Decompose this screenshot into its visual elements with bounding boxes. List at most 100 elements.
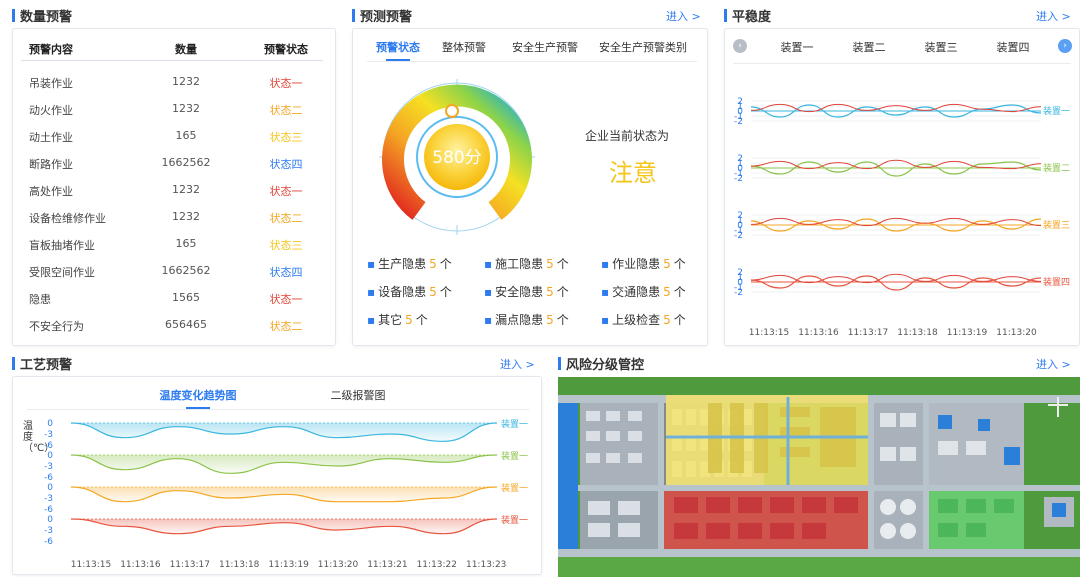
x-tick-label: 11:13:17 bbox=[170, 560, 210, 570]
risk-title: 风险分级管控 bbox=[558, 354, 644, 373]
row-status: 状态二 bbox=[269, 104, 303, 117]
row-count: 1232 bbox=[172, 183, 200, 196]
title-bar bbox=[558, 357, 561, 370]
row-count: 1232 bbox=[172, 210, 200, 223]
row-count: 1662562 bbox=[161, 264, 211, 277]
x-tick-label: 11:13:22 bbox=[417, 560, 457, 570]
y-tick-label: -3 bbox=[44, 430, 53, 440]
tab-device-3[interactable]: 装置三 bbox=[905, 39, 977, 61]
header-status: 预警状态 bbox=[264, 43, 308, 56]
tab-safety-warning[interactable]: 安全生产预警 bbox=[499, 39, 591, 61]
risk-enter-link[interactable]: 进入 > bbox=[1036, 356, 1071, 372]
series-area bbox=[71, 423, 497, 442]
tab-secondary-alarm[interactable]: 二级报警图 bbox=[293, 387, 423, 409]
prediction-title: 预测预警 bbox=[352, 6, 412, 25]
hazard-label: 施工隐患 bbox=[495, 257, 544, 271]
x-tick-label: 11:13:16 bbox=[798, 328, 839, 338]
hazard-item: ▪ 上级检查 5 个 bbox=[601, 311, 686, 328]
title-bar bbox=[724, 9, 727, 22]
score-value: 580分 bbox=[432, 148, 482, 168]
table-row: 动土作业 165 状态三 bbox=[21, 123, 323, 150]
row-content: 动土作业 bbox=[29, 131, 73, 144]
bullet-icon: ▪ bbox=[484, 257, 493, 271]
hazard-count: 5 bbox=[429, 285, 437, 299]
row-count: 165 bbox=[175, 237, 197, 250]
hazard-count: 5 bbox=[546, 285, 554, 299]
quantity-warning-title-text: 数量预警 bbox=[20, 10, 73, 25]
row-content: 断路作业 bbox=[29, 158, 73, 171]
row-status: 状态一 bbox=[269, 185, 303, 198]
stability-tabs: 装置一 装置二 装置三 装置四 bbox=[761, 39, 1051, 61]
tab-warning-status[interactable]: 预警状态 bbox=[367, 39, 429, 61]
hazard-item: ▪ 作业隐患 5 个 bbox=[601, 255, 686, 272]
tab-temperature-trend[interactable]: 温度变化趋势图 bbox=[133, 387, 263, 409]
y-tick-label: -2 bbox=[734, 231, 743, 241]
hazard-item: ▪ 交通隐患 5 个 bbox=[601, 283, 686, 300]
tab-device-1[interactable]: 装置一 bbox=[761, 39, 833, 61]
x-tick-label: 11:13:20 bbox=[318, 560, 359, 570]
series-label: 装置一 bbox=[501, 418, 528, 430]
plant-risk-map[interactable] bbox=[558, 377, 1080, 577]
prediction-enter-link[interactable]: 进入 > bbox=[666, 8, 701, 24]
hazard-unit: 个 bbox=[556, 257, 569, 271]
table-row: 不安全行为 656465 状态二 bbox=[21, 312, 323, 339]
row-count: 1662562 bbox=[161, 156, 211, 169]
row-count: 1232 bbox=[172, 75, 200, 88]
status-label: 企业当前状态为 bbox=[585, 129, 670, 143]
title-bar bbox=[12, 357, 15, 370]
hazard-count: 5 bbox=[663, 313, 671, 327]
bullet-icon: ▪ bbox=[601, 285, 610, 299]
x-tick-label: 11:13:17 bbox=[848, 328, 888, 338]
row-content: 隐患 bbox=[29, 293, 51, 306]
y-tick-label: -3 bbox=[44, 526, 53, 536]
hazard-item: ▪ 其它 5 个 bbox=[367, 311, 428, 328]
series-line bbox=[750, 275, 1042, 291]
hazard-count: 5 bbox=[429, 257, 437, 271]
row-status: 状态四 bbox=[269, 266, 303, 279]
process-title-text: 工艺预警 bbox=[20, 358, 73, 373]
row-content: 动火作业 bbox=[29, 104, 73, 117]
prediction-tabs: 预警状态 整体预警 安全生产预警 安全生产预警类别 bbox=[367, 39, 697, 62]
process-enter-link[interactable]: 进入 > bbox=[500, 356, 535, 372]
row-content: 设备检维修作业 bbox=[29, 212, 106, 225]
stability-enter-link[interactable]: 进入 > bbox=[1036, 8, 1071, 24]
row-count: 656465 bbox=[165, 318, 207, 331]
hazard-item: ▪ 施工隐患 5 个 bbox=[484, 255, 569, 272]
row-status: 状态三 bbox=[269, 239, 303, 252]
row-content: 受限空间作业 bbox=[29, 266, 95, 279]
tab-device-2[interactable]: 装置二 bbox=[833, 39, 905, 61]
hazard-label: 设备隐患 bbox=[378, 285, 427, 299]
chevron-left-icon[interactable]: ‹ bbox=[733, 39, 747, 53]
y-tick-label: -6 bbox=[44, 441, 53, 451]
row-status: 状态三 bbox=[269, 131, 303, 144]
process-title: 工艺预警 bbox=[12, 354, 72, 373]
bullet-icon: ▪ bbox=[367, 313, 376, 327]
chevron-right-icon[interactable]: › bbox=[1058, 39, 1072, 53]
hazard-label: 作业隐患 bbox=[612, 257, 661, 271]
tab-device-4[interactable]: 装置四 bbox=[977, 39, 1049, 61]
series-label: 装置二 bbox=[1043, 162, 1070, 174]
hazard-count: 5 bbox=[405, 313, 413, 327]
tabs-divider bbox=[733, 63, 1071, 64]
hazard-item: ▪ 设备隐患 5 个 bbox=[367, 283, 452, 300]
series-label: 装置三 bbox=[1043, 219, 1070, 231]
stability-title-text: 平稳度 bbox=[732, 10, 772, 25]
hazard-count: 5 bbox=[663, 285, 671, 299]
tab-overall-warning[interactable]: 整体预警 bbox=[429, 39, 499, 61]
hazard-item: ▪ 生产隐患 5 个 bbox=[367, 255, 452, 272]
series-label: 装置一 bbox=[1043, 105, 1070, 117]
risk-title-text: 风险分级管控 bbox=[566, 358, 645, 373]
row-content: 高处作业 bbox=[29, 185, 73, 198]
series-label: 装置一 bbox=[501, 514, 528, 526]
hazard-unit: 个 bbox=[673, 257, 686, 271]
plant-map-illustration bbox=[558, 377, 1080, 577]
row-count: 1565 bbox=[172, 291, 200, 304]
hazard-unit: 个 bbox=[415, 313, 428, 327]
x-tick-label: 11:13:18 bbox=[219, 560, 260, 570]
bullet-icon: ▪ bbox=[601, 313, 610, 327]
row-status: 状态一 bbox=[269, 293, 303, 306]
quantity-warning-card: 预警内容 数量 预警状态 吊装作业 1232 状态一 动火作业 1232 状态二 动土作业 1… bbox=[12, 28, 336, 346]
title-bar bbox=[12, 9, 15, 22]
tab-safety-warning-category[interactable]: 安全生产预警类别 bbox=[591, 39, 695, 61]
stability-chart: 210-1-2装置一210-1-2装置二210-1-2装置三210-1-2装置四… bbox=[734, 97, 1070, 338]
